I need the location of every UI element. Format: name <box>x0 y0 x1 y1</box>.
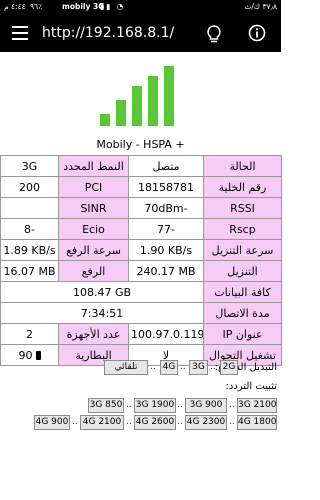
table-row: 2 عدد الأجهزة 100.97.0.119 عنوان IP <box>0 323 282 345</box>
status-value: متصل <box>128 155 204 177</box>
duration-label: مدة الاتصال <box>203 302 282 324</box>
rscp-label: Rscp <box>203 218 282 240</box>
total-data-value: 108.47 GB <box>0 281 204 303</box>
table-row: 7:34:51 مدة الاتصال <box>0 302 282 324</box>
switch-4g-button[interactable]: 4G <box>160 360 178 375</box>
url-title: http://192.168.8.1/ <box>42 25 175 41</box>
cell-value: 18158781 <box>128 176 204 198</box>
info-icon[interactable] <box>248 24 266 42</box>
devices-label: عدد الأجهزة <box>58 323 129 345</box>
sinr-value <box>0 197 59 219</box>
lock-3g-1900-button[interactable]: 3G 1900 <box>134 398 176 413</box>
rssi-label: RSSI <box>203 197 282 219</box>
pci-value: 200 <box>0 176 59 198</box>
mode-label: النمط المحدد <box>58 155 129 177</box>
pci-label: PCI <box>58 176 129 198</box>
status-carrier: mobily 3G <box>62 2 105 11</box>
table-row: 200 PCI 18158781 رقم الخلية <box>0 176 282 198</box>
signal-bar <box>164 66 174 126</box>
separator: .. <box>126 417 132 427</box>
lightbulb-icon[interactable] <box>205 24 223 44</box>
signal-bar <box>100 114 110 126</box>
rssi-value: -70dBm <box>128 197 204 219</box>
duration-value: 7:34:51 <box>0 302 204 324</box>
freq-lock-label: تثبيت التردد: <box>225 381 277 392</box>
upload-speed-label: سرعة الرفع <box>58 239 129 261</box>
ecio-label: Ecio <box>58 218 129 240</box>
status-speed: ٣٧٫٨ ك/ث <box>244 2 277 11</box>
info-table: 3G النمط المحدد متصل الحالة 200 PCI 1815… <box>0 155 282 366</box>
sinr-label: SINR <box>58 197 129 219</box>
lock-4g-2600-button[interactable]: 4G 2600 <box>134 415 176 430</box>
table-row: 16.07 MB الرفع 240.17 MB التنزيل <box>0 260 282 282</box>
upload-total-label: الرفع <box>58 260 129 282</box>
signal-bar <box>116 100 126 126</box>
table-row: 108.47 GB كافة البيانات <box>0 281 282 303</box>
upload-speed-value: 1.89 KB/s <box>0 239 59 261</box>
download-total-value: 240.17 MB <box>128 260 204 282</box>
status-battery: ٩٦٪ <box>30 2 43 11</box>
separator: .. <box>229 400 235 410</box>
operator-name: Mobily - HSPA + <box>96 138 185 151</box>
app-bar: http://192.168.8.1/ <box>0 14 281 52</box>
status-signal-icon: ▮▮ ◔ <box>100 2 126 11</box>
upload-total-value: 16.07 MB <box>0 260 59 282</box>
devices-value: 2 <box>0 323 59 345</box>
ip-value: 100.97.0.119 <box>128 323 204 345</box>
separator: .. <box>229 417 235 427</box>
signal-bar <box>132 86 142 126</box>
separator: .. <box>210 362 216 372</box>
rscp-value: -77 <box>128 218 204 240</box>
table-row: SINR -70dBm RSSI <box>0 197 282 219</box>
switch-3g-button[interactable]: 3G <box>189 360 208 375</box>
status-label: الحالة <box>203 155 282 177</box>
separator: .. <box>126 400 132 410</box>
menu-icon[interactable] <box>12 26 28 40</box>
separator: .. <box>177 417 183 427</box>
signal-bar <box>148 76 158 126</box>
separator: .. <box>150 362 156 372</box>
table-row: 3G النمط المحدد متصل الحالة <box>0 155 282 177</box>
table-row: 1.89 KB/s سرعة الرفع 1.90 KB/s سرعة التن… <box>0 239 282 261</box>
lock-4g-2300-button[interactable]: 4G 2300 <box>185 415 227 430</box>
separator: .. <box>180 362 186 372</box>
ecio-value: -8 <box>0 218 59 240</box>
download-speed-value: 1.90 KB/s <box>128 239 204 261</box>
ip-label: عنوان IP <box>203 323 282 345</box>
lock-3g-2100-button[interactable]: 3G 2100 <box>237 398 277 413</box>
lock-4g-2100-button[interactable]: 4G 2100 <box>80 415 124 430</box>
switch-2g-button[interactable]: 2G <box>220 360 238 375</box>
lock-3g-900-button[interactable]: 3G 900 <box>185 398 227 413</box>
status-bar: ٤:٤٤ م ٩٦٪ mobily 3G ▮▮ ◔ ٣٧٫٨ ك/ث <box>0 0 281 14</box>
table-row: -8 Ecio -77 Rscp <box>0 218 282 240</box>
lock-4g-900-button[interactable]: 4G 900 <box>34 415 70 430</box>
mode-value: 3G <box>0 155 59 177</box>
lock-3g-850-button[interactable]: 3G 850 <box>88 398 124 413</box>
total-data-label: كافة البيانات <box>203 281 282 303</box>
separator: .. <box>72 417 78 427</box>
switch-auto-button[interactable]: تلقائي <box>104 360 148 375</box>
status-time: ٤:٤٤ م <box>4 2 26 11</box>
cell-label: رقم الخلية <box>203 176 282 198</box>
lock-4g-1800-button[interactable]: 4G 1800 <box>237 415 277 430</box>
download-total-label: التنزيل <box>203 260 282 282</box>
download-speed-label: سرعة التنزيل <box>203 239 282 261</box>
separator: .. <box>177 400 183 410</box>
